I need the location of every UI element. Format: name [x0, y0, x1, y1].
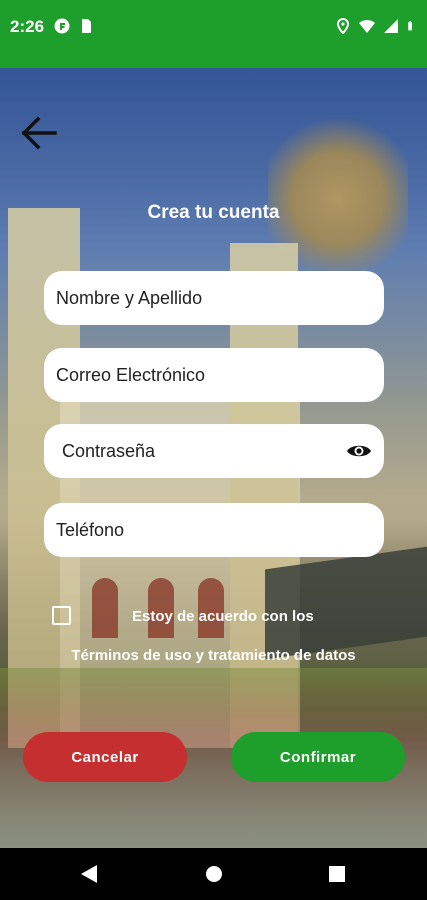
password-field[interactable]: [44, 424, 384, 478]
system-nav-bar: [0, 848, 427, 900]
status-time: 2:26: [10, 17, 45, 36]
recents-square-icon[interactable]: [328, 864, 346, 884]
arrow-left-icon[interactable]: [18, 115, 60, 151]
location-icon: [336, 18, 350, 34]
status-left-icons: [54, 18, 94, 34]
status-right-icons: [335, 18, 417, 34]
page-title: Crea tu cuenta: [147, 202, 280, 223]
email-input[interactable]: [56, 364, 372, 386]
cancel-button[interactable]: Cancelar: [23, 732, 187, 782]
home-circle-icon[interactable]: [205, 864, 223, 884]
phone-field[interactable]: [44, 503, 384, 557]
phone-input[interactable]: [56, 519, 372, 541]
password-input[interactable]: [62, 440, 346, 462]
back-triangle-icon[interactable]: [80, 864, 98, 884]
f-app-icon: [54, 18, 70, 34]
signal-icon: [384, 19, 398, 33]
sd-card-icon: [82, 19, 91, 33]
agreement-label: Estoy de acuerdo con los: [132, 608, 314, 625]
email-field[interactable]: [44, 348, 384, 402]
terms-checkbox[interactable]: [52, 606, 71, 625]
terms-link[interactable]: Términos de uso y tratamiento de datos: [0, 647, 427, 664]
name-input[interactable]: [56, 287, 372, 309]
background-arch: [92, 578, 118, 638]
confirm-button[interactable]: Confirmar: [231, 732, 405, 782]
eye-icon[interactable]: [346, 442, 372, 460]
wifi-icon: [359, 19, 375, 33]
status-bar: 2:26: [0, 0, 427, 68]
battery-icon: [408, 21, 412, 31]
name-field[interactable]: [44, 271, 384, 325]
